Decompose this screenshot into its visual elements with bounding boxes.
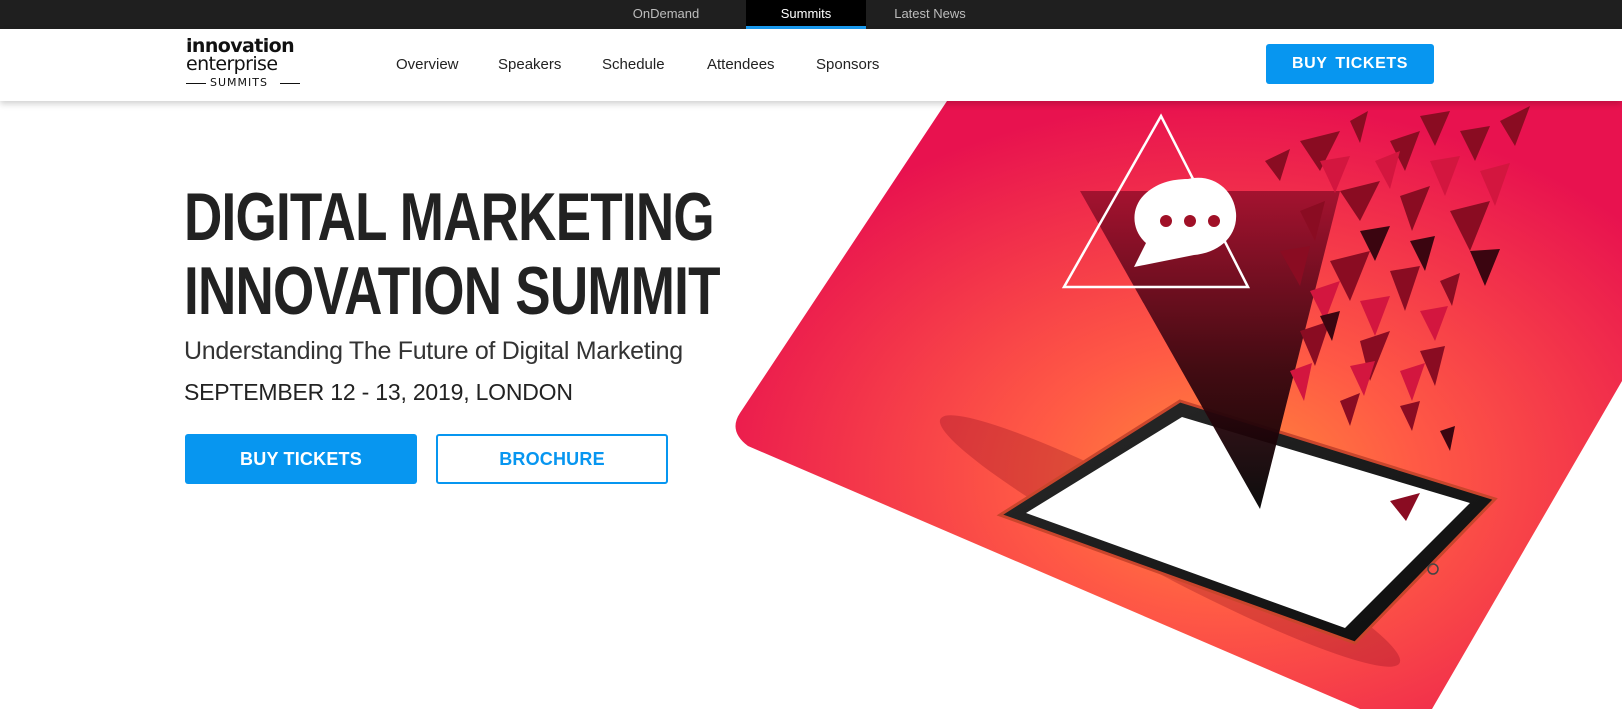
header-buy-tickets-button[interactable]: BUY TICKETS: [1266, 44, 1434, 84]
hero-title-line-2: INNOVATION SUMMIT: [184, 253, 721, 329]
top-bar: OnDemand Summits Latest News: [0, 0, 1622, 29]
topbar-summits-link[interactable]: Summits: [746, 0, 866, 29]
nav-sponsors[interactable]: Sponsors: [816, 29, 879, 101]
logo-line-summits: SUMMITS: [210, 76, 268, 89]
nav-attendees[interactable]: Attendees: [707, 29, 775, 101]
topbar-latest-news-link[interactable]: Latest News: [880, 0, 980, 29]
topbar-ondemand-link[interactable]: OnDemand: [620, 0, 712, 29]
nav-speakers[interactable]: Speakers: [498, 29, 561, 101]
event-date-location: SEPTEMBER 12 - 13, 2019, LONDON: [184, 379, 573, 405]
hero-buy-tickets-button[interactable]: BUY TICKETS: [185, 434, 417, 484]
innovation-enterprise-logo[interactable]: innovation enterprise SUMMITS: [184, 35, 304, 95]
nav-overview[interactable]: Overview: [396, 29, 459, 101]
hero-brochure-button[interactable]: BROCHURE: [436, 434, 668, 484]
nav-schedule[interactable]: Schedule: [602, 29, 665, 101]
logo-rule-right: [280, 83, 300, 84]
hero-title: DIGITAL MARKETING INNOVATION SUMMIT: [184, 180, 746, 328]
logo-rule-left: [186, 83, 206, 84]
hero-title-line-1: DIGITAL MARKETING: [184, 179, 715, 255]
hero-subtitle: Understanding The Future of Digital Mark…: [184, 337, 683, 365]
logo-line-enterprise: enterprise: [186, 53, 278, 75]
site-header: innovation enterprise SUMMITS Overview S…: [0, 29, 1622, 101]
hero-text-block: DIGITAL MARKETING INNOVATION SUMMIT Unde…: [184, 180, 904, 405]
